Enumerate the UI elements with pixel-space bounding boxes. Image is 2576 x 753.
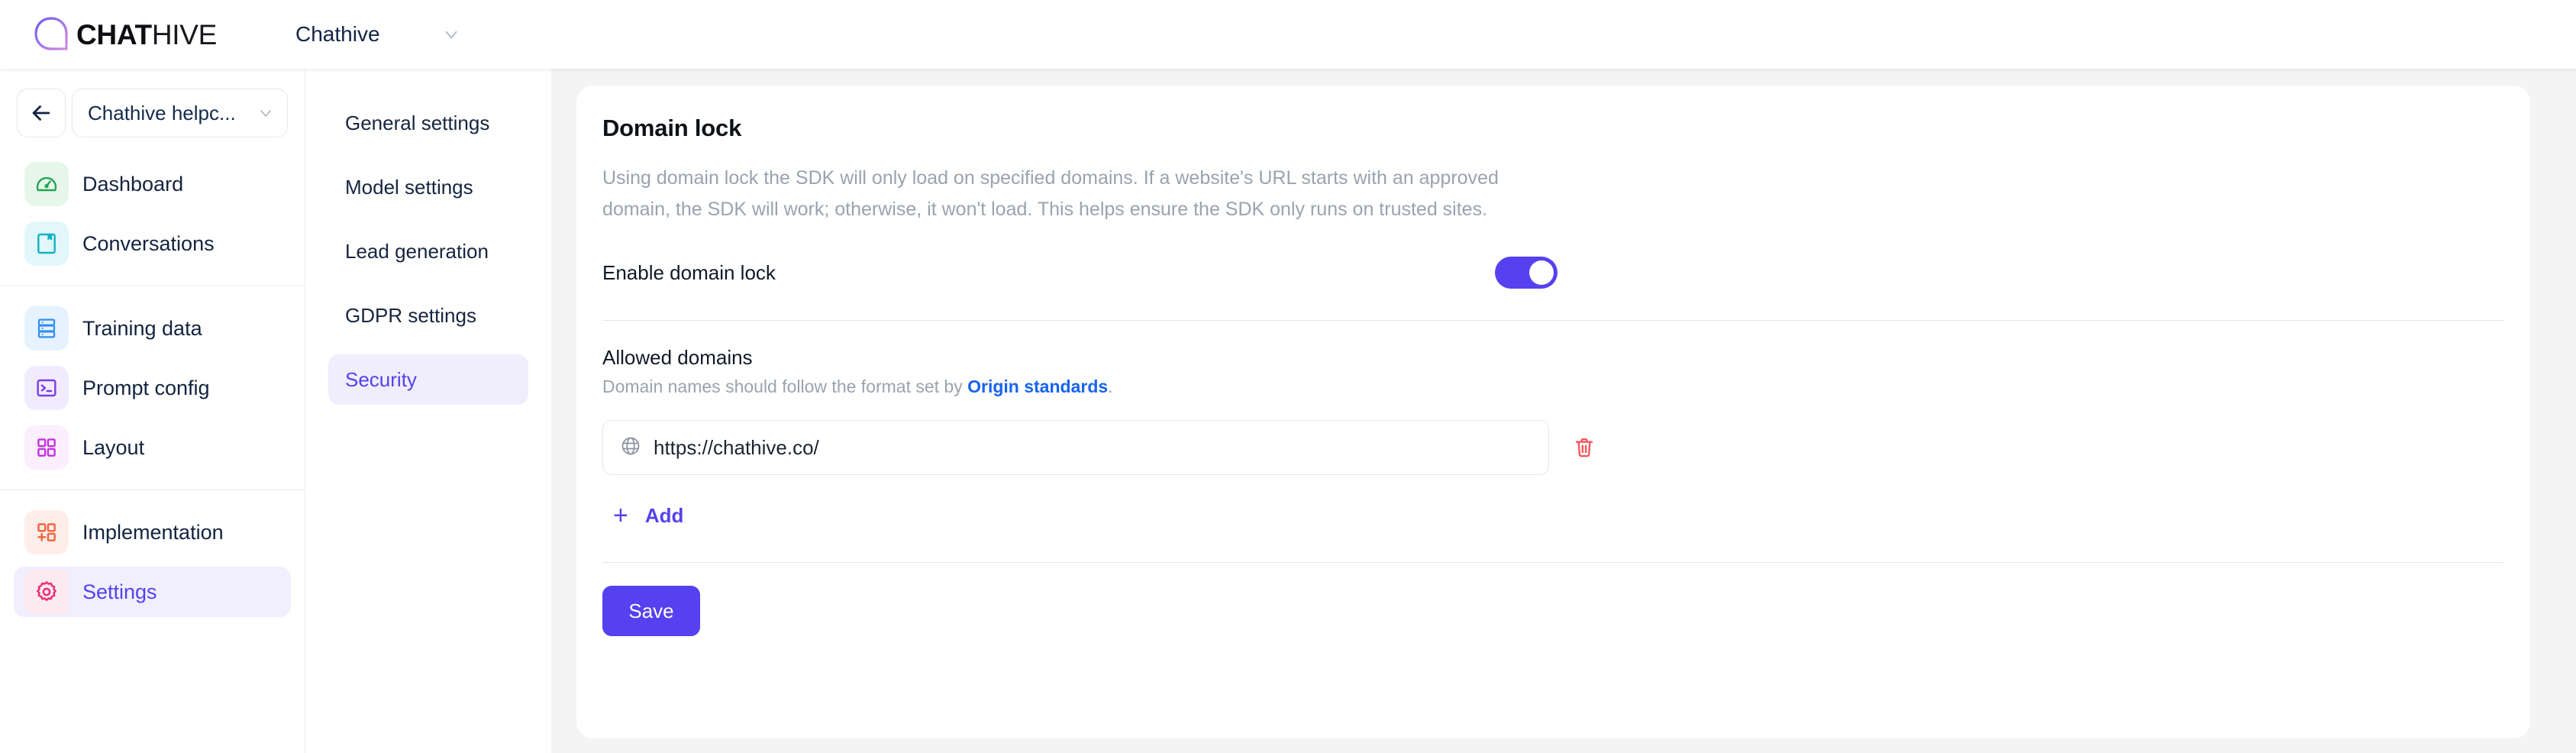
sidebar-item-label: Dashboard: [82, 172, 184, 196]
domain-lock-card: Domain lock Using domain lock the SDK wi…: [576, 86, 2530, 738]
page-title: Domain lock: [602, 115, 742, 141]
sidebar-item-dashboard[interactable]: Dashboard: [14, 159, 291, 209]
allowed-domains-title: Allowed domains: [602, 346, 753, 369]
domain-input-wrapper[interactable]: [602, 420, 1549, 475]
section-divider-2: [602, 562, 2504, 563]
sidebar-group-1: Dashboard Conversations: [0, 156, 305, 269]
sidebar-item-label: Conversations: [82, 231, 215, 255]
hint-text-after: .: [1108, 376, 1113, 396]
trash-icon: [1575, 438, 1593, 457]
globe-www-icon: [620, 435, 641, 461]
subnav-item-model-settings[interactable]: Model settings: [328, 162, 528, 212]
top-bar: CHATHIVE Chathive: [0, 0, 2576, 69]
sidebar-item-layout[interactable]: Layout: [14, 422, 291, 473]
topbar-workspace-chevron-down-icon[interactable]: [441, 24, 461, 44]
brand-wordmark: CHATHIVE: [76, 21, 217, 49]
add-domain-button[interactable]: + Add: [602, 495, 694, 536]
origin-standards-link[interactable]: Origin standards: [967, 376, 1108, 396]
sidebar-item-training-data[interactable]: Training data: [14, 303, 291, 354]
workspace-select-chevron-down-icon: [257, 104, 275, 122]
sidebar-item-label: Prompt config: [82, 376, 210, 399]
allowed-domains-hint: Domain names should follow the format se…: [602, 376, 2504, 397]
sidebar-item-label: Settings: [82, 580, 157, 603]
primary-sidebar: Chathive helpc... Dashboard Conversation…: [0, 69, 305, 753]
sidebar-item-conversations[interactable]: Conversations: [14, 218, 291, 269]
domain-input[interactable]: [654, 435, 1532, 460]
enable-domain-lock-label: Enable domain lock: [602, 260, 776, 284]
plus-icon: +: [613, 501, 628, 530]
add-domain-label: Add: [644, 503, 684, 527]
brand-text-light: HIVE: [151, 18, 217, 50]
topbar-workspace-name: Chathive: [295, 22, 380, 46]
workspace-select[interactable]: Chathive helpc...: [72, 89, 288, 137]
gear-icon: [24, 570, 69, 614]
grid-squares-icon: [24, 425, 69, 470]
gauge-icon: [24, 162, 69, 206]
sidebar-item-label: Implementation: [82, 520, 224, 544]
subnav-item-general-settings[interactable]: General settings: [328, 98, 528, 148]
subnav-item-security[interactable]: Security: [328, 354, 528, 405]
hint-text-before: Domain names should follow the format se…: [602, 376, 968, 396]
main-content: Domain lock Using domain lock the SDK wi…: [551, 69, 2576, 753]
sidebar-group-3: Implementation Settings: [0, 490, 305, 617]
save-button[interactable]: Save: [602, 586, 700, 636]
book-bookmark-icon: [24, 221, 69, 266]
sidebar-group-2: Training data Prompt config Layout: [0, 286, 305, 473]
subnav-item-gdpr-settings[interactable]: GDPR settings: [328, 290, 528, 341]
sidebar-item-implementation[interactable]: Implementation: [14, 507, 291, 557]
sidebar-item-label: Layout: [82, 435, 145, 459]
domain-row: [602, 420, 2504, 475]
back-button[interactable]: [17, 89, 66, 137]
brand-logo[interactable]: CHATHIVE: [34, 16, 217, 53]
workspace-switcher-row: Chathive helpc...: [0, 69, 305, 156]
delete-domain-button[interactable]: [1566, 429, 1603, 466]
workspace-select-label: Chathive helpc...: [88, 101, 236, 124]
terminal-icon: [24, 366, 69, 410]
subnav-item-lead-generation[interactable]: Lead generation: [328, 226, 528, 276]
section-divider-1: [602, 320, 2504, 321]
enable-domain-lock-row: Enable domain lock: [602, 251, 2504, 294]
grid-plus-icon: [24, 510, 69, 554]
arrow-left-icon: [32, 105, 50, 121]
server-stack-icon: [24, 306, 69, 351]
enable-domain-lock-toggle[interactable]: [1495, 257, 1558, 289]
settings-subnav: General settings Model settings Lead gen…: [305, 69, 551, 753]
sidebar-item-prompt-config[interactable]: Prompt config: [14, 363, 291, 413]
chat-bubble-logo-icon: [34, 17, 68, 50]
toggle-knob: [1529, 260, 1554, 285]
domain-lock-description: Using domain lock the SDK will only load…: [602, 167, 1499, 220]
sidebar-item-settings[interactable]: Settings: [14, 567, 291, 617]
sidebar-item-label: Training data: [82, 316, 202, 340]
brand-text-bold: CHAT: [76, 18, 152, 50]
